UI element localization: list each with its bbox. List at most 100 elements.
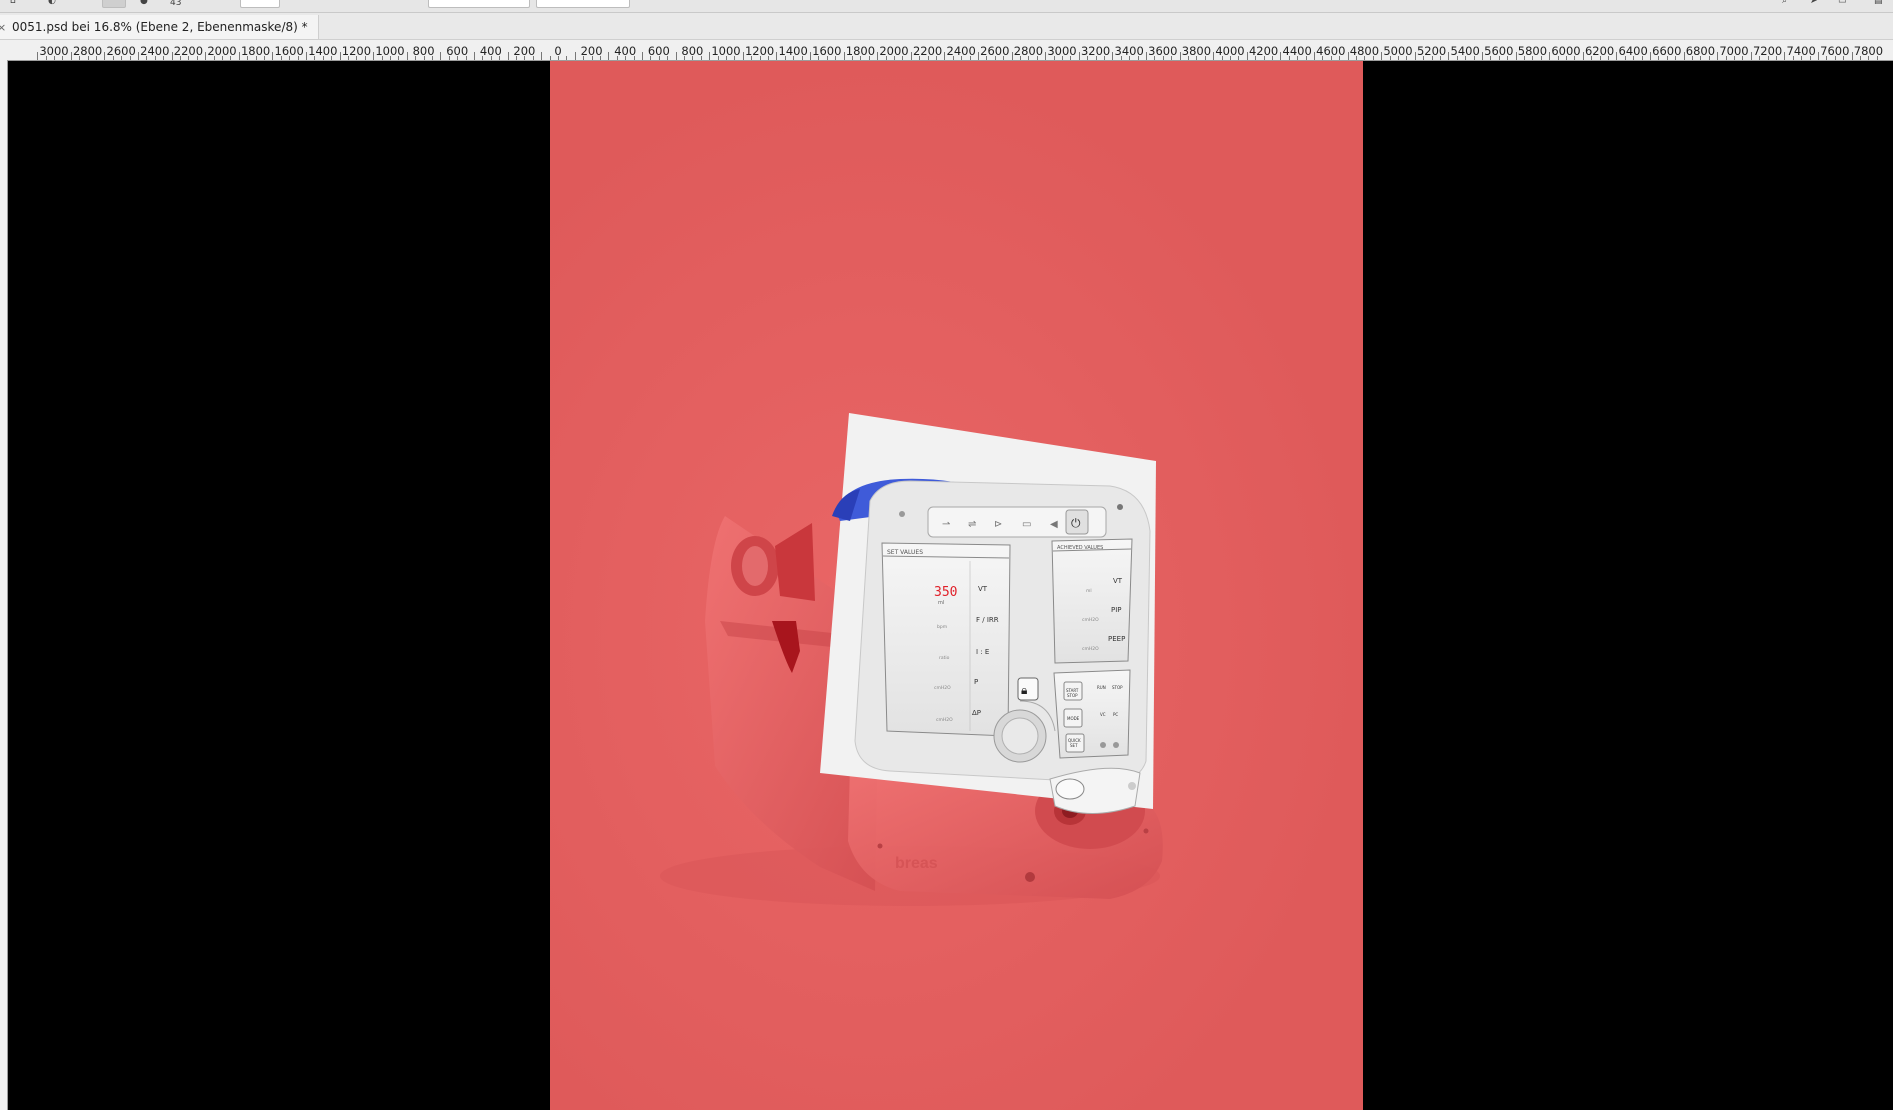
ruler-tick (1448, 52, 1450, 60)
ruler-tick (1750, 52, 1752, 60)
ruler-tick (1792, 56, 1794, 60)
horizontal-ruler[interactable]: 3000 2800 2600 2400 2200 2000 1800 1600 1400 1200… (0, 40, 1893, 61)
ruler-tick (877, 52, 879, 60)
window-icon[interactable]: ▭ (1838, 0, 1847, 8)
ruler-tick (163, 56, 165, 60)
ruler-tick (1624, 56, 1626, 60)
ruler-tick (247, 56, 249, 60)
ruler-tick (264, 56, 265, 60)
ruler-tick (62, 56, 64, 60)
ruler-tick (1020, 56, 1021, 60)
opacity-field[interactable] (428, 0, 530, 8)
ruler-tick (516, 56, 517, 60)
svg-text:VT: VT (1113, 577, 1123, 585)
svg-text:cmH2O: cmH2O (1082, 617, 1099, 623)
ruler-tick (675, 52, 677, 60)
brush-preset-icon[interactable]: ◐ (48, 0, 56, 8)
ruler-tick (583, 56, 585, 60)
ruler-tick (1305, 56, 1307, 60)
ruler-tick (1095, 56, 1097, 60)
ruler-tick (415, 56, 417, 60)
ruler-tick (1574, 56, 1576, 60)
ruler-tick (1398, 56, 1399, 60)
ruler-tick (180, 56, 181, 60)
svg-text:⇌: ⇌ (968, 519, 976, 530)
ruler-tick (213, 56, 215, 60)
ruler-tick (1860, 56, 1861, 60)
svg-text:PIP: PIP (1111, 606, 1122, 614)
svg-text:I : E: I : E (976, 648, 989, 656)
ruler-tick (717, 56, 719, 60)
ruler-tick (1078, 52, 1080, 60)
ruler-tick (79, 56, 81, 60)
ruler-tick (818, 56, 820, 60)
ruler-tick (356, 56, 358, 60)
tool-mode-button[interactable] (102, 0, 126, 8)
ruler-tick (1003, 56, 1005, 60)
ruler-tick (1826, 56, 1828, 60)
ruler-tick (1238, 56, 1240, 60)
ruler-tick (1482, 52, 1483, 60)
ruler-tick (314, 56, 316, 60)
ruler-tick (549, 56, 551, 60)
ruler-tick (222, 56, 223, 60)
mode-select[interactable] (240, 0, 280, 8)
panel-icon[interactable]: ▤ (1874, 0, 1883, 8)
brush-icon[interactable]: ● (140, 0, 148, 8)
ruler-tick (1120, 56, 1122, 60)
close-tab-icon[interactable]: × (0, 21, 6, 34)
ruler-tick (1524, 56, 1525, 60)
ruler-tick (448, 56, 450, 60)
svg-text:PEEP: PEEP (1108, 635, 1125, 643)
svg-text:⏻: ⏻ (1071, 516, 1081, 530)
ruler-tick (1549, 52, 1551, 60)
ruler-tick (692, 56, 694, 60)
ruler-tick (843, 52, 845, 60)
ruler-tick (650, 56, 652, 60)
ruler-tick (961, 56, 963, 60)
ruler-tick (1288, 56, 1290, 60)
document-tab[interactable]: × 0051.psd bei 16.8% (Ebene 2, Ebenenmas… (0, 15, 319, 39)
ruler-tick (230, 56, 232, 60)
ruler-tick (104, 52, 106, 60)
flow-field[interactable] (536, 0, 630, 8)
ruler-tick (1406, 56, 1408, 60)
vertical-ruler[interactable] (0, 60, 8, 1110)
ruler-tick (499, 56, 501, 60)
svg-text:STOP: STOP (1067, 693, 1078, 698)
ruler-tick (658, 56, 660, 60)
ruler-tick (390, 56, 391, 60)
ruler-tick (398, 56, 400, 60)
ruler-tick (852, 56, 853, 60)
ruler-tick (902, 56, 904, 60)
document-canvas[interactable]: breas ⇀ ⇌ ⊳ ▭ ◀ ⏻ SET VALUES 350 ml VT F… (550, 61, 1363, 1110)
ruler-tick (1498, 56, 1500, 60)
ruler-tick (524, 56, 526, 60)
ruler-tick (1465, 56, 1467, 60)
ruler-tick (1566, 56, 1567, 60)
svg-text:bpm: bpm (937, 624, 947, 630)
ruler-tick (1053, 56, 1055, 60)
ruler-tick (1112, 52, 1114, 60)
search-icon[interactable]: ⌕ (1782, 0, 1787, 8)
ruler-tick (759, 56, 761, 60)
ruler-tick (1179, 52, 1181, 60)
ruler-tick (608, 52, 610, 60)
ruler-tick (1641, 56, 1643, 60)
ruler-tick (1633, 56, 1635, 60)
arrow-icon[interactable]: ➤ (1810, 0, 1818, 8)
ruler-tick (457, 56, 459, 60)
ruler-tick (322, 56, 324, 60)
ruler-tick (1297, 56, 1299, 60)
ruler-tick (625, 56, 627, 60)
ruler-tick (776, 52, 778, 60)
set-values-title: SET VALUES (887, 549, 923, 556)
ruler-tick (196, 56, 198, 60)
ruler-tick (793, 56, 795, 60)
ruler-tick (1162, 56, 1164, 60)
ruler-tick (1221, 56, 1223, 60)
home-icon[interactable]: ⌂ (10, 0, 16, 8)
ruler-tick (1784, 52, 1786, 60)
canvas-area[interactable]: breas ⇀ ⇌ ⊳ ▭ ◀ ⏻ SET VALUES 350 ml VT F… (8, 61, 1893, 1110)
ruler-tick (1272, 56, 1273, 60)
